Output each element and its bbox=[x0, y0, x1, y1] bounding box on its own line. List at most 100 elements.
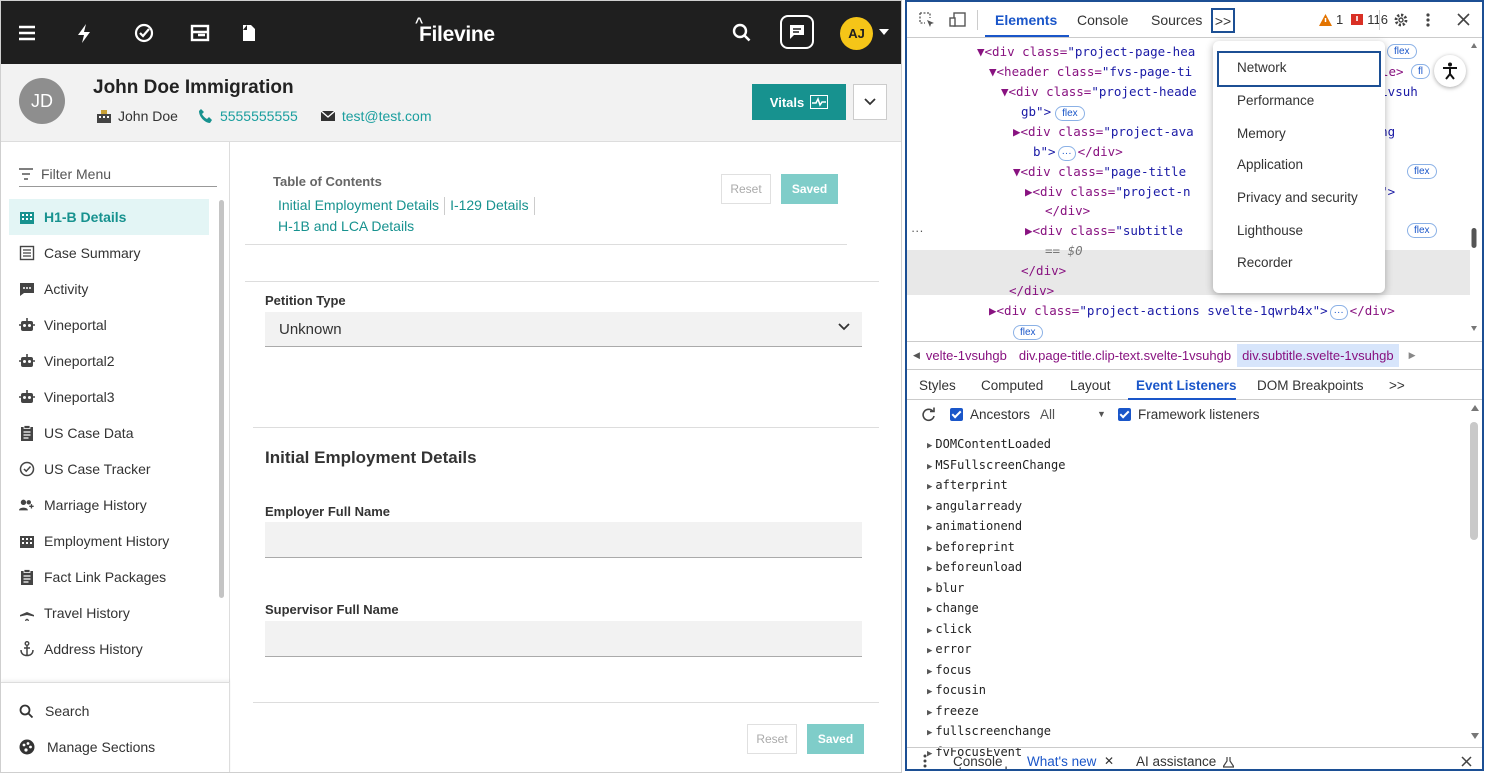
refresh-icon[interactable] bbox=[921, 407, 936, 422]
tab-event-listeners[interactable]: Event Listeners bbox=[1136, 378, 1237, 393]
drawer-tab-ai-assistance[interactable]: AI assistance bbox=[1136, 754, 1216, 769]
collapsed-children-ellipsis[interactable]: ··· bbox=[1329, 305, 1348, 320]
client-phone[interactable]: 5555555555 bbox=[220, 108, 298, 124]
all-select-value[interactable]: All bbox=[1040, 407, 1055, 422]
search-icon[interactable] bbox=[729, 20, 755, 46]
event-listener-item[interactable]: ▶ beforeunload bbox=[927, 558, 1065, 579]
dropdown-caret-icon[interactable]: ▼ bbox=[1097, 409, 1106, 419]
breadcrumb-item-selected[interactable]: div.subtitle.svelte-1vsuhgb bbox=[1237, 344, 1399, 367]
sidebar-item-travel-history[interactable]: Travel History bbox=[9, 595, 209, 631]
event-listener-item[interactable]: ▶ freeze bbox=[927, 702, 1065, 723]
saved-button[interactable]: Saved bbox=[781, 174, 838, 204]
event-listener-item[interactable]: ▶ fullscreenchange bbox=[927, 722, 1065, 743]
filevine-logo[interactable]: ^ Filevine bbox=[415, 14, 495, 47]
user-avatar[interactable]: AJ bbox=[840, 17, 873, 50]
event-listener-item[interactable]: ▶ MSFullscreenChange bbox=[927, 456, 1065, 477]
sidebar-item-case-summary[interactable]: Case Summary bbox=[9, 235, 209, 271]
tab-computed[interactable]: Computed bbox=[981, 378, 1043, 393]
tab-sources[interactable]: Sources bbox=[1151, 12, 1202, 28]
client-name[interactable]: John Doe bbox=[118, 108, 178, 124]
sidebar-item-vineportal[interactable]: Vineportal bbox=[9, 307, 209, 343]
dom-node-line[interactable]: flex bbox=[1009, 323, 1043, 340]
accessibility-icon[interactable] bbox=[1434, 55, 1466, 87]
calendar-icon[interactable] bbox=[187, 20, 213, 46]
menu-item-network[interactable]: Network bbox=[1237, 60, 1287, 75]
sidebar-item-fact-link-packages[interactable]: Fact Link Packages bbox=[9, 559, 209, 595]
settings-gear-icon[interactable] bbox=[1393, 12, 1409, 28]
more-panes-button[interactable]: >> bbox=[1389, 378, 1405, 393]
flex-badge[interactable]: flex bbox=[1407, 223, 1437, 238]
sidebar-item-activity[interactable]: Activity bbox=[9, 271, 209, 307]
event-listener-item[interactable]: ▶ focus bbox=[927, 661, 1065, 682]
sidebar-item-vineportal2[interactable]: Vineportal2 bbox=[9, 343, 209, 379]
petition-type-select[interactable]: Unknown bbox=[265, 312, 862, 347]
event-listener-item[interactable]: ▶ change bbox=[927, 599, 1065, 620]
close-devtools-icon[interactable] bbox=[1457, 13, 1470, 26]
more-options-icon[interactable] bbox=[1425, 12, 1431, 28]
menu-item-application[interactable]: Application bbox=[1237, 157, 1303, 172]
sidebar-item-employment-history[interactable]: Employment History bbox=[9, 523, 209, 559]
dom-node-line[interactable]: b"> ··· </div> bbox=[1033, 144, 1123, 161]
dom-node-line[interactable]: ▼<div class="page-titlegb">flex bbox=[1013, 164, 1437, 179]
event-listener-item[interactable]: ▶ afterprint bbox=[927, 476, 1065, 497]
dom-tree-scrollbar[interactable] bbox=[1470, 38, 1478, 341]
tab-styles[interactable]: Styles bbox=[919, 378, 956, 393]
dom-node-line[interactable]: == $0 bbox=[1045, 243, 1083, 258]
dom-node-line[interactable]: ▶<div class="project-actions svelte-1qwr… bbox=[989, 303, 1395, 320]
scroll-up-arrow-icon[interactable] bbox=[1471, 404, 1479, 412]
flex-badge[interactable]: flex bbox=[1055, 106, 1085, 121]
flex-badge[interactable]: fl bbox=[1411, 64, 1430, 79]
lightning-icon[interactable] bbox=[71, 20, 97, 46]
tab-console[interactable]: Console bbox=[1077, 12, 1128, 28]
event-listener-item[interactable]: ▶ beforeprint bbox=[927, 538, 1065, 559]
scroll-down-arrow-icon[interactable] bbox=[1471, 732, 1479, 740]
event-listener-item[interactable]: ▶ focusin bbox=[927, 681, 1065, 702]
manage-sections-button[interactable]: Manage Sections bbox=[19, 739, 155, 755]
tab-dom-breakpoints[interactable]: DOM Breakpoints bbox=[1257, 378, 1364, 393]
more-tabs-button[interactable]: >> bbox=[1211, 8, 1235, 33]
filter-menu-input[interactable]: Filter Menu bbox=[19, 161, 217, 187]
issues-counter[interactable]: 1 116 bbox=[1319, 12, 1388, 27]
event-listener-item[interactable]: ▶ error bbox=[927, 640, 1065, 661]
breadcrumb-left-arrow-icon[interactable]: ◀ bbox=[913, 350, 920, 361]
device-toolbar-icon[interactable] bbox=[949, 12, 967, 28]
event-listener-item[interactable]: ▶ angularready bbox=[927, 497, 1065, 518]
sidebar-item-address-history[interactable]: Address History bbox=[9, 631, 209, 667]
dom-node-line[interactable]: </div> bbox=[1009, 283, 1054, 298]
event-listener-item[interactable]: ▶ click bbox=[927, 620, 1065, 641]
documents-icon[interactable] bbox=[236, 20, 262, 46]
event-listener-item[interactable]: ▶ DOMContentLoaded bbox=[927, 435, 1065, 456]
main-scrollbar[interactable] bbox=[901, 142, 902, 773]
tab-elements[interactable]: Elements bbox=[995, 12, 1057, 28]
dom-node-line[interactable]: ▶<div class="project-avae-1vsuhg bbox=[1013, 124, 1395, 139]
inspect-element-icon[interactable] bbox=[919, 12, 935, 28]
sidebar-item-vineportal3[interactable]: Vineportal3 bbox=[9, 379, 209, 415]
sidebar-item-us-case-tracker[interactable]: US Case Tracker bbox=[9, 451, 209, 487]
dom-node-line[interactable]: gb"> flex bbox=[1021, 104, 1085, 121]
menu-item-performance[interactable]: Performance bbox=[1237, 93, 1314, 108]
user-menu-caret-icon[interactable] bbox=[879, 29, 889, 35]
dom-node-line[interactable]: </div> bbox=[1021, 263, 1066, 278]
vitals-dropdown-button[interactable] bbox=[853, 84, 887, 120]
flex-badge[interactable]: flex bbox=[1013, 325, 1043, 340]
collapsed-children-ellipsis[interactable]: ··· bbox=[1057, 146, 1076, 161]
ancestors-checkbox[interactable] bbox=[950, 407, 963, 421]
sidebar-search-button[interactable]: Search bbox=[19, 703, 89, 719]
event-listener-item[interactable]: ▶ blur bbox=[927, 579, 1065, 600]
sidebar-scrollbar[interactable] bbox=[219, 200, 224, 598]
messages-button[interactable] bbox=[780, 15, 814, 49]
drawer-tab-console[interactable]: Console bbox=[953, 754, 1003, 769]
vitals-button[interactable]: Vitals bbox=[752, 84, 846, 120]
breadcrumb-item[interactable]: div.page-title.clip-text.svelte-1vsuhgb bbox=[1019, 348, 1231, 363]
dom-node-line[interactable]: </div> bbox=[1045, 203, 1090, 218]
drawer-tab-whats-new[interactable]: What's new bbox=[1027, 754, 1096, 769]
event-listener-item[interactable]: ▶ animationend bbox=[927, 517, 1065, 538]
menu-item-privacy-and-security[interactable]: Privacy and security bbox=[1237, 190, 1358, 205]
dom-node-line[interactable]: ▼<div class="project-headevelte-1vsuh bbox=[1001, 84, 1418, 99]
reset-button-bottom[interactable]: Reset bbox=[747, 724, 797, 754]
menu-item-recorder[interactable]: Recorder bbox=[1237, 255, 1293, 270]
dom-node-line[interactable]: ▼<header class="fvs-page-ti fl le> bbox=[989, 64, 1430, 79]
dom-tree[interactable]: ··· ▼<div class="project-page-hea flex ▼<h… bbox=[907, 38, 1482, 341]
framework-listeners-checkbox[interactable] bbox=[1117, 407, 1131, 421]
flex-badge[interactable]: flex bbox=[1387, 44, 1417, 59]
